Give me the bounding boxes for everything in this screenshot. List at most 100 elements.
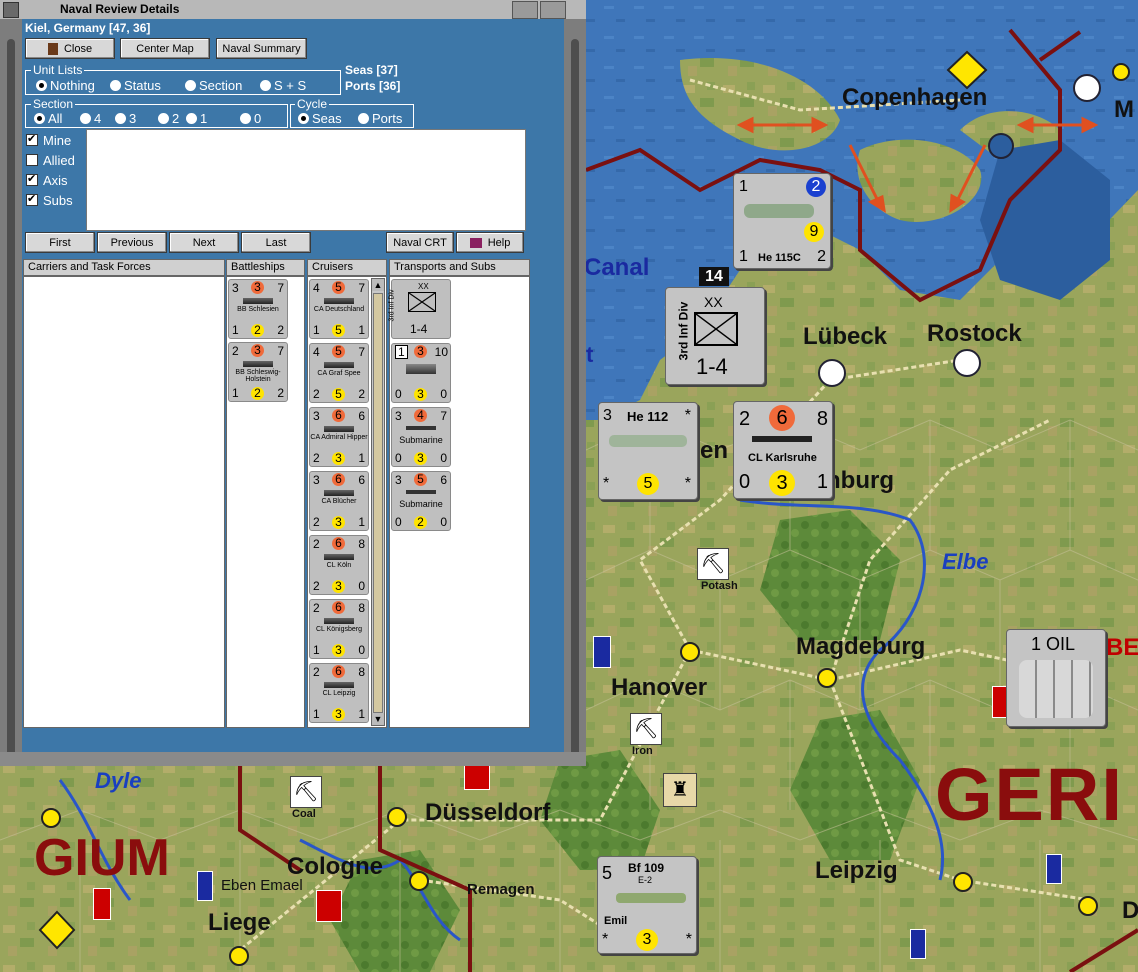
chit-stat: 0 — [440, 387, 447, 401]
ship-chit[interactable]: 3 6 6 CA Blücher 2 3 1 — [309, 471, 369, 531]
chit-stat: 6 — [332, 601, 345, 614]
chit-stat: 3 — [332, 580, 345, 593]
help-button[interactable]: Help — [456, 232, 524, 253]
naval-crt-button[interactable]: Naval CRT — [386, 232, 454, 253]
radio-unitlist-status[interactable]: Status — [110, 78, 161, 93]
scroll-down-arrow[interactable]: ▼ — [372, 713, 384, 725]
ship-chit[interactable]: 3 3 7 BB Schlesien 1 2 2 — [228, 279, 288, 339]
counter-he112[interactable]: 3 He 112 * * 5 * — [598, 402, 698, 500]
chit-stat: 3 — [332, 452, 345, 465]
transport-chit[interactable]: 1 3 10 0 3 0 — [391, 343, 451, 403]
city-leipzig[interactable]: Leipzig — [815, 857, 898, 885]
counter-stat: * — [684, 475, 691, 492]
ship-chit[interactable]: 4 5 7 CA Deutschland 1 5 1 — [309, 279, 369, 339]
chit-stat: 2 — [313, 601, 320, 615]
city-hamburg[interactable]: nburg — [826, 467, 894, 495]
counter-cl-karlsruhe[interactable]: 2 6 8 CL Karlsruhe 0 3 1 — [733, 401, 833, 499]
radio-unitlist-nothing[interactable]: Nothing — [36, 78, 95, 93]
submarine-chit[interactable]: 3 5 6 Submarine 0 2 0 — [391, 471, 451, 531]
previous-button[interactable]: Previous — [97, 232, 167, 253]
ship-chit[interactable]: 2 6 8 CL Köln 2 3 0 — [309, 535, 369, 595]
carriers-column[interactable] — [23, 276, 225, 728]
city-hanover[interactable]: Hanover — [611, 674, 707, 702]
city-partial-d[interactable]: D — [1122, 897, 1138, 925]
radio-unitlist-section[interactable]: Section — [185, 78, 242, 93]
river-elbe: Elbe — [942, 549, 989, 574]
canal-label: Canal — [584, 254, 650, 281]
counter-3rd-inf-div[interactable]: XX 3rd Inf Div 1-4 — [665, 287, 765, 385]
checkbox-allied[interactable]: Allied — [26, 153, 75, 168]
counter-bf109[interactable]: 5 Bf 109 E-2 Emil * 3 * — [597, 856, 697, 954]
radio-section-0[interactable]: 0 — [240, 111, 261, 126]
city-dusseldorf[interactable]: Düsseldorf — [425, 799, 550, 827]
counter-stat: 3 — [769, 470, 795, 496]
pickaxe-icon[interactable]: ⛏ — [697, 548, 729, 580]
radio-section-1[interactable]: 1 — [186, 111, 207, 126]
counter-stat: 5 — [602, 863, 613, 883]
city-lubeck[interactable]: Lübeck — [803, 323, 887, 351]
center-map-button[interactable]: Center Map — [120, 38, 210, 59]
close-button[interactable]: Close — [25, 38, 115, 59]
ship-chit[interactable]: 2 3 7 BB Schleswig-Holstein 1 2 2 — [228, 342, 288, 402]
pickaxe-icon[interactable]: ⛏ — [290, 776, 322, 808]
transported-unit-chit[interactable]: 3rd Inf Div XX 1-4 — [388, 279, 451, 339]
bottom-frame[interactable] — [0, 752, 586, 766]
city-partial-en[interactable]: en — [700, 437, 728, 465]
ship-chit[interactable]: 2 6 8 CL Leipzig 1 3 1 — [309, 663, 369, 723]
city-liege[interactable]: Liege — [208, 909, 271, 937]
scroll-thumb[interactable] — [373, 293, 383, 713]
chit-stat: 3 — [414, 452, 427, 465]
window-menu-icon[interactable] — [3, 2, 19, 18]
title-bar[interactable]: Naval Review Details — [0, 0, 586, 20]
fighter-plane-icon — [609, 435, 687, 447]
chit-stat: 5 — [332, 281, 345, 294]
radio-cycle-seas[interactable]: Seas — [298, 111, 342, 126]
last-button[interactable]: Last — [241, 232, 311, 253]
unit-list-box[interactable] — [86, 129, 526, 231]
first-button[interactable]: First — [25, 232, 95, 253]
naval-summary-button[interactable]: Naval Summary — [216, 38, 307, 59]
counter-oil-resource[interactable]: 1 OIL — [1006, 629, 1106, 727]
radio-cycle-ports[interactable]: Ports — [358, 111, 402, 126]
radio-label: Nothing — [50, 78, 95, 93]
radio-section-all[interactable]: All — [34, 111, 62, 126]
city-copenhagen[interactable]: Copenhagen — [842, 84, 987, 112]
pickaxe-icon[interactable]: ⛏ — [630, 713, 662, 745]
oil-derrick-icon[interactable]: ♜ — [663, 773, 697, 807]
naval-summary-label: Naval Summary — [222, 42, 301, 55]
next-button[interactable]: Next — [169, 232, 239, 253]
radio-section-3[interactable]: 3 — [115, 111, 136, 126]
radio-section-4[interactable]: 4 — [80, 111, 101, 126]
right-frame[interactable] — [564, 19, 586, 766]
chit-stat: 5 — [414, 473, 427, 486]
checkbox-mine[interactable]: Mine — [26, 132, 71, 148]
minimize-button[interactable] — [512, 1, 538, 19]
close-window-button[interactable] — [540, 1, 566, 19]
city-magdeburg[interactable]: Magdeburg — [796, 633, 925, 661]
chit-stat: 6 — [440, 473, 447, 487]
checkbox-subs[interactable]: Subs — [26, 192, 73, 208]
radio-unitlist-ss[interactable]: S + S — [260, 78, 306, 93]
city-partial-m[interactable]: M — [1114, 96, 1134, 124]
checkbox-axis[interactable]: Axis — [26, 172, 68, 188]
ship-chit[interactable]: 4 5 7 CA Graf Spee 2 5 2 — [309, 343, 369, 403]
submarine-chit[interactable]: 3 4 7 Submarine 0 3 0 — [391, 407, 451, 467]
scroll-up-arrow[interactable]: ▲ — [372, 279, 384, 291]
infantry-symbol-icon — [694, 312, 738, 346]
ship-chit[interactable]: 3 6 6 CA Admiral Hipper 2 3 1 — [309, 407, 369, 467]
window-title: Naval Review Details — [60, 2, 180, 16]
battleship-icon — [243, 298, 273, 304]
ship-chit[interactable]: 2 6 8 CL Königsberg 1 3 0 — [309, 599, 369, 659]
chit-name: CA Admiral Hipper — [310, 434, 368, 441]
factory-icon — [93, 888, 111, 920]
chit-stat: 0 — [395, 515, 402, 529]
radio-label: Ports — [372, 111, 403, 126]
chit-stat: 0 — [358, 643, 365, 657]
chit-stat: 3 — [251, 281, 264, 294]
chit-stat: 3 — [395, 473, 402, 487]
city-rostock[interactable]: Rostock — [927, 320, 1022, 348]
counter-he115c[interactable]: 1 2 9 1 He 115C 2 — [733, 173, 831, 269]
cruisers-scrollbar[interactable]: ▲ ▼ — [371, 278, 385, 726]
naval-review-window[interactable]: Naval Review Details Kiel, Germany [47, … — [0, 0, 586, 766]
radio-section-2[interactable]: 2 — [158, 111, 179, 126]
